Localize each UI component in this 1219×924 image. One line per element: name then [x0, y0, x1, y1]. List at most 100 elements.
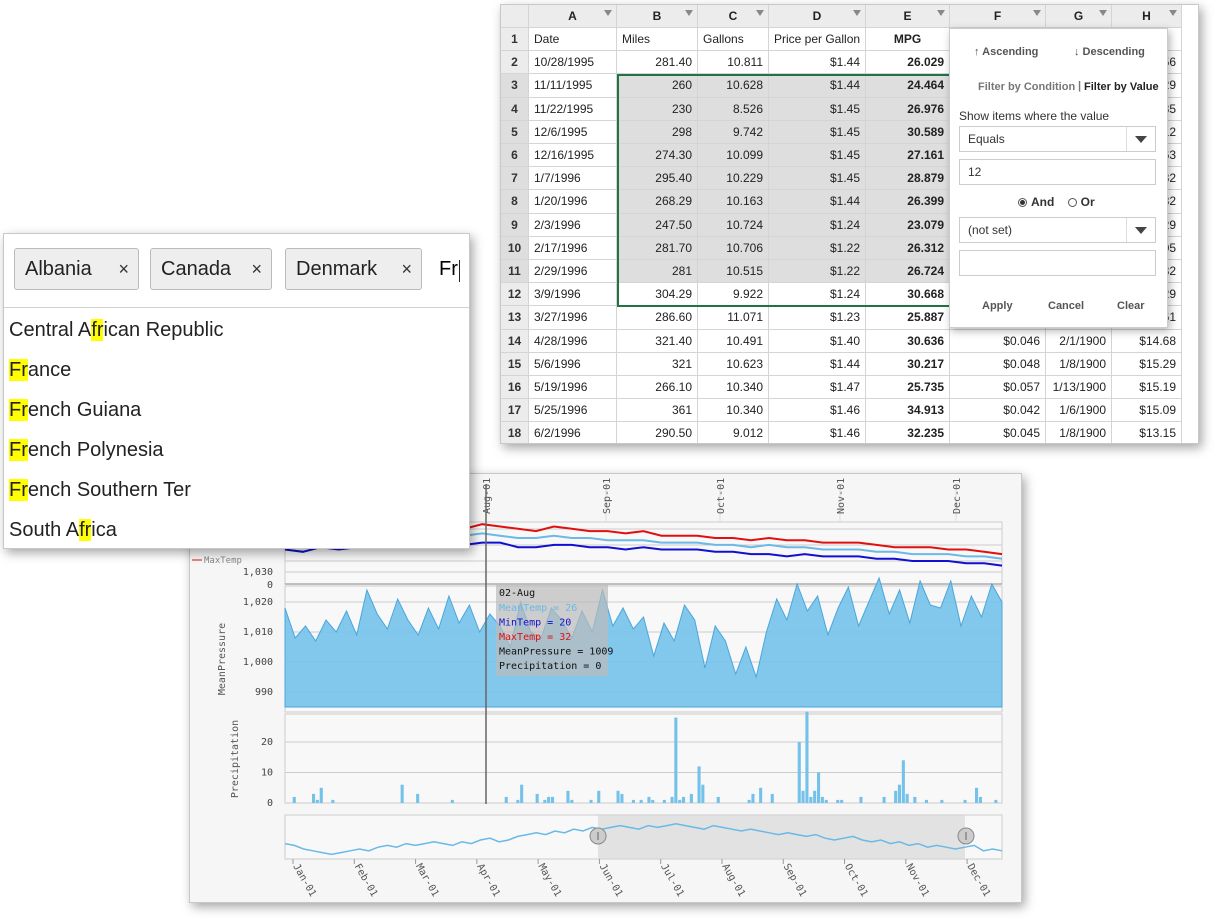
- table-cell[interactable]: 274.30: [617, 144, 698, 168]
- column-header-h[interactable]: H: [1112, 5, 1182, 28]
- filter-icon[interactable]: [853, 10, 861, 16]
- table-cell[interactable]: 1/8/1900: [1046, 352, 1112, 376]
- apply-button[interactable]: Apply: [982, 300, 1013, 312]
- table-cell[interactable]: 10.229: [698, 167, 769, 191]
- table-cell[interactable]: $1.24: [769, 213, 866, 237]
- header-cell[interactable]: Gallons: [698, 28, 769, 52]
- table-cell[interactable]: 26.724: [866, 260, 950, 284]
- table-cell[interactable]: $0.042: [950, 399, 1046, 423]
- table-cell[interactable]: 26.399: [866, 190, 950, 214]
- table-cell[interactable]: 30.217: [866, 352, 950, 376]
- table-cell[interactable]: 10.724: [698, 213, 769, 237]
- table-cell[interactable]: 10.340: [698, 399, 769, 423]
- table-cell[interactable]: 260: [617, 74, 698, 98]
- table-cell[interactable]: 361: [617, 399, 698, 423]
- table-cell[interactable]: 10.623: [698, 352, 769, 376]
- table-cell[interactable]: 1/8/1900: [1046, 422, 1112, 443]
- table-cell[interactable]: 304.29: [617, 283, 698, 307]
- table-cell[interactable]: 1/7/1996: [529, 167, 617, 191]
- row-header[interactable]: 7: [501, 167, 529, 191]
- table-cell[interactable]: 2/17/1996: [529, 236, 617, 260]
- table-cell[interactable]: $1.23: [769, 306, 866, 330]
- column-header-f[interactable]: F: [950, 5, 1046, 28]
- filter-icon[interactable]: [685, 10, 693, 16]
- table-cell[interactable]: $0.045: [950, 422, 1046, 443]
- row-header[interactable]: 3: [501, 74, 529, 98]
- filter-icon[interactable]: [1169, 10, 1177, 16]
- table-cell[interactable]: 9.012: [698, 422, 769, 443]
- row-header[interactable]: 17: [501, 399, 529, 423]
- table-cell[interactable]: 24.464: [866, 74, 950, 98]
- table-cell[interactable]: $14.68: [1112, 329, 1182, 353]
- table-cell[interactable]: $15.09: [1112, 399, 1182, 423]
- table-cell[interactable]: 4/28/1996: [529, 329, 617, 353]
- row-header[interactable]: 11: [501, 260, 529, 284]
- row-header[interactable]: 10: [501, 236, 529, 260]
- table-cell[interactable]: 268.29: [617, 190, 698, 214]
- table-cell[interactable]: 30.636: [866, 329, 950, 353]
- filter-icon[interactable]: [604, 10, 612, 16]
- table-cell[interactable]: 26.312: [866, 236, 950, 260]
- table-cell[interactable]: $0.046: [950, 329, 1046, 353]
- table-cell[interactable]: $1.46: [769, 399, 866, 423]
- tab-filter-by-condition[interactable]: Filter by Condition: [978, 81, 1075, 93]
- table-cell[interactable]: $15.19: [1112, 376, 1182, 400]
- row-header[interactable]: 15: [501, 352, 529, 376]
- table-cell[interactable]: $1.44: [769, 352, 866, 376]
- table-cell[interactable]: 25.735: [866, 376, 950, 400]
- table-cell[interactable]: 12/16/1995: [529, 144, 617, 168]
- table-cell[interactable]: 11/22/1995: [529, 97, 617, 121]
- table-cell[interactable]: 286.60: [617, 306, 698, 330]
- table-cell[interactable]: 5/19/1996: [529, 376, 617, 400]
- condition-select-2[interactable]: (not set): [959, 217, 1156, 243]
- table-cell[interactable]: 230: [617, 97, 698, 121]
- table-cell[interactable]: $1.45: [769, 97, 866, 121]
- table-cell[interactable]: 10.491: [698, 329, 769, 353]
- column-header-b[interactable]: B: [617, 5, 698, 28]
- table-cell[interactable]: 12/6/1995: [529, 120, 617, 144]
- table-cell[interactable]: 281.70: [617, 236, 698, 260]
- close-icon[interactable]: ×: [118, 249, 129, 289]
- row-header[interactable]: 12: [501, 283, 529, 307]
- table-cell[interactable]: 2/1/1900: [1046, 329, 1112, 353]
- table-cell[interactable]: 10.515: [698, 260, 769, 284]
- table-cell[interactable]: 281: [617, 260, 698, 284]
- filter-icon[interactable]: [937, 10, 945, 16]
- table-cell[interactable]: 247.50: [617, 213, 698, 237]
- row-header[interactable]: 1: [501, 28, 529, 52]
- corner-cell[interactable]: [501, 5, 529, 28]
- table-cell[interactable]: 30.668: [866, 283, 950, 307]
- row-header[interactable]: 6: [501, 144, 529, 168]
- table-cell[interactable]: $1.45: [769, 120, 866, 144]
- table-cell[interactable]: 290.50: [617, 422, 698, 443]
- table-cell[interactable]: $1.24: [769, 283, 866, 307]
- column-header-e[interactable]: E: [866, 5, 950, 28]
- condition-value-input-2[interactable]: [959, 250, 1156, 276]
- sort-descending-button[interactable]: ↓ Descending: [1074, 46, 1145, 58]
- row-header[interactable]: 2: [501, 51, 529, 75]
- table-cell[interactable]: 10/28/1995: [529, 51, 617, 75]
- column-header-c[interactable]: C: [698, 5, 769, 28]
- table-cell[interactable]: 30.589: [866, 120, 950, 144]
- header-cell[interactable]: MPG: [866, 28, 950, 52]
- table-cell[interactable]: $1.45: [769, 167, 866, 191]
- row-header[interactable]: 9: [501, 213, 529, 237]
- table-cell[interactable]: 5/25/1996: [529, 399, 617, 423]
- filter-icon[interactable]: [756, 10, 764, 16]
- row-header[interactable]: 16: [501, 376, 529, 400]
- table-cell[interactable]: 1/6/1900: [1046, 399, 1112, 423]
- cancel-button[interactable]: Cancel: [1048, 300, 1084, 312]
- table-cell[interactable]: 5/6/1996: [529, 352, 617, 376]
- column-header-a[interactable]: A: [529, 5, 617, 28]
- table-cell[interactable]: 25.887: [866, 306, 950, 330]
- search-input[interactable]: Fr: [439, 248, 458, 290]
- filter-icon[interactable]: [1033, 10, 1041, 16]
- row-header[interactable]: 13: [501, 306, 529, 330]
- table-cell[interactable]: $0.048: [950, 352, 1046, 376]
- table-cell[interactable]: $1.22: [769, 260, 866, 284]
- condition-value-input-1[interactable]: 12: [959, 159, 1156, 185]
- tab-filter-by-value[interactable]: Filter by Value: [1084, 81, 1159, 93]
- row-header[interactable]: 8: [501, 190, 529, 214]
- table-cell[interactable]: 10.706: [698, 236, 769, 260]
- table-cell[interactable]: $13.15: [1112, 422, 1182, 443]
